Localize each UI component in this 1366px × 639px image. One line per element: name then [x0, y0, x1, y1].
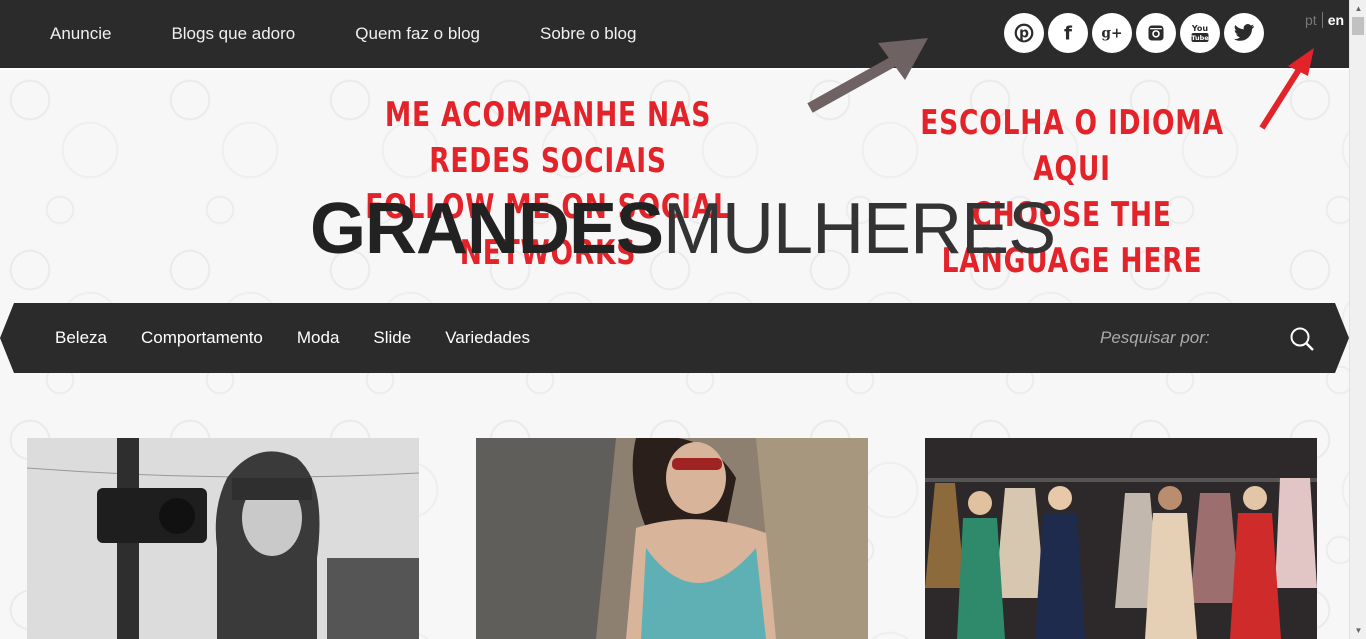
category-link-comportamento[interactable]: Comportamento	[141, 328, 263, 348]
pinterest-icon[interactable]: p	[1004, 13, 1044, 53]
category-navigation: Beleza Comportamento Moda Slide Variedad…	[55, 303, 530, 373]
scroll-down-arrow-icon[interactable]: ▼	[1350, 622, 1366, 639]
top-navigation: Anuncie Blogs que adoro Quem faz o blog …	[50, 0, 636, 68]
svg-text:p: p	[1019, 26, 1029, 42]
svg-text:f: f	[1064, 23, 1073, 44]
post-card-photographer[interactable]	[27, 438, 419, 639]
google-plus-icon[interactable]: g+	[1092, 13, 1132, 53]
category-link-variedades[interactable]: Variedades	[445, 328, 530, 348]
twitter-icon[interactable]	[1224, 13, 1264, 53]
post-image-photographer	[27, 438, 419, 639]
nav-link-anuncie[interactable]: Anuncie	[50, 24, 111, 44]
svg-text:Tube: Tube	[1191, 34, 1209, 42]
post-card-dresses[interactable]	[925, 438, 1317, 639]
page-scrollbar[interactable]: ▲ ▼	[1349, 0, 1366, 639]
language-switcher: pt en	[1300, 8, 1349, 32]
svg-text:g+: g+	[1101, 26, 1122, 42]
top-header-bar: Anuncie Blogs que adoro Quem faz o blog …	[0, 0, 1349, 70]
post-image-swimsuit	[476, 438, 868, 639]
youtube-icon[interactable]: You Tube	[1180, 13, 1220, 53]
instagram-icon[interactable]	[1136, 13, 1176, 53]
scroll-up-arrow-icon[interactable]: ▲	[1350, 0, 1366, 17]
post-image-dresses	[925, 438, 1317, 639]
post-card-swimsuit[interactable]	[476, 438, 868, 639]
social-annotation-line1: Me acompanhe nas redes sociais	[384, 95, 712, 181]
nav-link-quem-faz-o-blog[interactable]: Quem faz o blog	[355, 24, 480, 44]
category-link-beleza[interactable]: Beleza	[55, 328, 107, 348]
svg-text:You: You	[1191, 24, 1209, 33]
social-links: p f g+ You Tube	[1004, 13, 1264, 53]
site-logo[interactable]: GRANDESMULHERES	[310, 188, 1056, 270]
category-link-moda[interactable]: Moda	[297, 328, 340, 348]
language-en[interactable]: en	[1323, 12, 1349, 28]
scrollbar-thumb[interactable]	[1352, 17, 1364, 35]
logo-bold-text: GRANDES	[310, 189, 664, 269]
nav-link-sobre-o-blog[interactable]: Sobre o blog	[540, 24, 636, 44]
language-pt[interactable]: pt	[1300, 12, 1323, 28]
language-annotation-line1: Escolha o idioma aqui	[920, 103, 1224, 189]
nav-link-blogs-que-adoro[interactable]: Blogs que adoro	[171, 24, 295, 44]
facebook-icon[interactable]: f	[1048, 13, 1088, 53]
search-input[interactable]	[1100, 323, 1270, 353]
logo-thin-text: MULHERES	[663, 189, 1056, 269]
category-link-slide[interactable]: Slide	[373, 328, 411, 348]
category-bar: Beleza Comportamento Moda Slide Variedad…	[0, 303, 1349, 373]
search-icon[interactable]	[1288, 325, 1316, 353]
